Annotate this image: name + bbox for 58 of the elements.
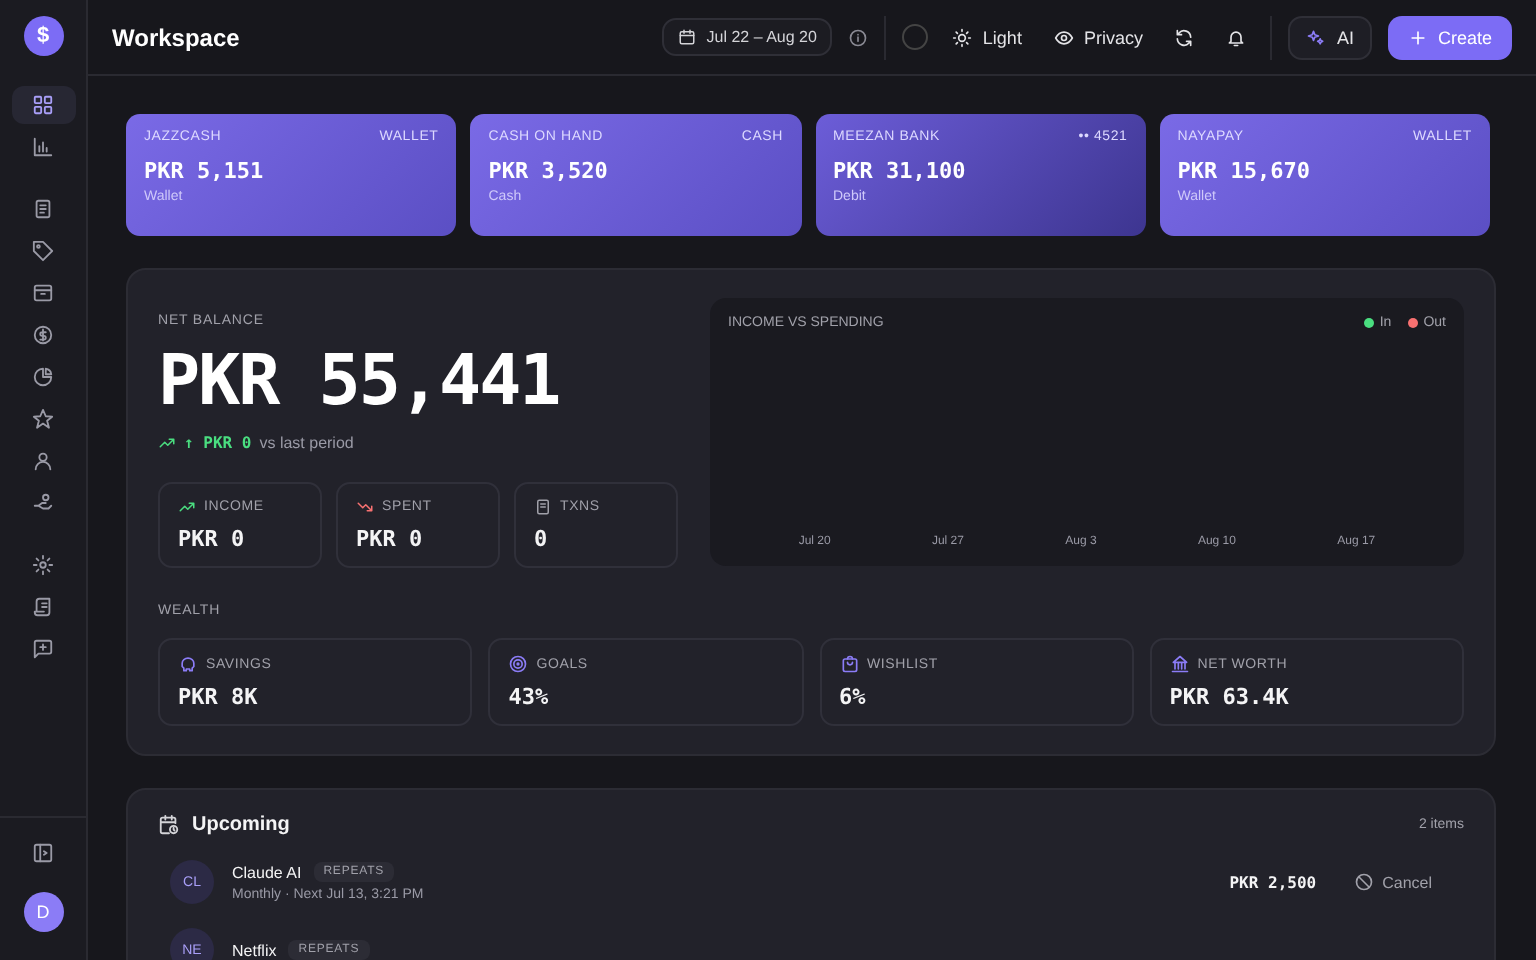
refresh-icon — [1174, 27, 1195, 47]
target-icon — [508, 654, 529, 674]
trend-up-icon — [158, 434, 176, 452]
archive-icon — [32, 282, 54, 304]
sun-icon — [952, 27, 973, 47]
sidebar-item[interactable] — [11, 86, 75, 124]
tag-icon — [32, 240, 54, 262]
account-balance: PKR 5,151 — [144, 158, 266, 184]
eye-icon — [1053, 27, 1074, 47]
theme-toggle[interactable]: Light — [944, 21, 1030, 53]
status-indicator — [902, 24, 929, 50]
grid-icon — [32, 94, 54, 116]
account-balance: PKR 31,100 — [833, 158, 968, 184]
account-balance: PKR 3,520 — [488, 158, 610, 184]
wealth-value: 6% — [839, 684, 868, 710]
wealth-value: 43% — [508, 684, 551, 710]
privacy-toggle[interactable]: Privacy — [1045, 21, 1151, 53]
pie-chart-icon — [32, 366, 54, 388]
stat-value: PKR 0 — [178, 526, 247, 552]
trend-down-icon — [356, 498, 374, 516]
section-title: Upcoming — [192, 814, 292, 836]
calendar-clock-icon — [158, 814, 180, 836]
plus-icon — [1407, 27, 1428, 47]
payment-name: Claude AI — [232, 863, 302, 881]
info-icon — [848, 27, 869, 47]
message-plus-icon — [32, 638, 54, 660]
account-balance: PKR 15,670 — [1177, 158, 1312, 184]
app-logo[interactable]: $ — [23, 16, 63, 56]
bar-chart-icon — [32, 136, 54, 158]
page-title: Workspace — [112, 23, 240, 51]
hand-coins-icon — [32, 492, 54, 514]
shopping-bag-icon — [839, 654, 859, 674]
net-balance-amount: PKR 55,441 — [158, 342, 562, 422]
ban-icon — [1354, 872, 1375, 892]
change-note: vs last period — [259, 434, 354, 452]
calendar-icon — [678, 28, 697, 46]
receipt-icon — [32, 198, 54, 220]
stat-value: PKR 0 — [356, 526, 425, 552]
stat-value: 0 — [534, 526, 550, 552]
sidebar-toggle-icon — [32, 842, 54, 864]
sparkles-icon — [1306, 27, 1327, 47]
dollar-icon — [32, 324, 54, 346]
bank-icon — [1169, 654, 1190, 674]
trend-up-icon — [178, 498, 196, 516]
receipt-icon — [534, 498, 552, 516]
wealth-value: PKR 8K — [178, 684, 260, 710]
scroll-icon — [32, 596, 54, 618]
wealth-value: PKR 63.4K — [1169, 684, 1291, 710]
cancel-button[interactable]: Cancel — [1334, 868, 1452, 896]
create-button[interactable]: Create — [1387, 15, 1512, 59]
payment-amount: PKR 2,500 — [1229, 873, 1317, 891]
payment-name: Netflix — [232, 941, 277, 959]
bell-icon — [1226, 27, 1247, 47]
date-range-picker[interactable]: Jul 22 – Aug 20 — [662, 18, 833, 56]
ai-button[interactable]: AI — [1288, 15, 1372, 59]
star-icon — [32, 408, 54, 430]
user-icon — [32, 450, 54, 472]
balance-change: ↑ PKR 0 — [184, 434, 252, 452]
